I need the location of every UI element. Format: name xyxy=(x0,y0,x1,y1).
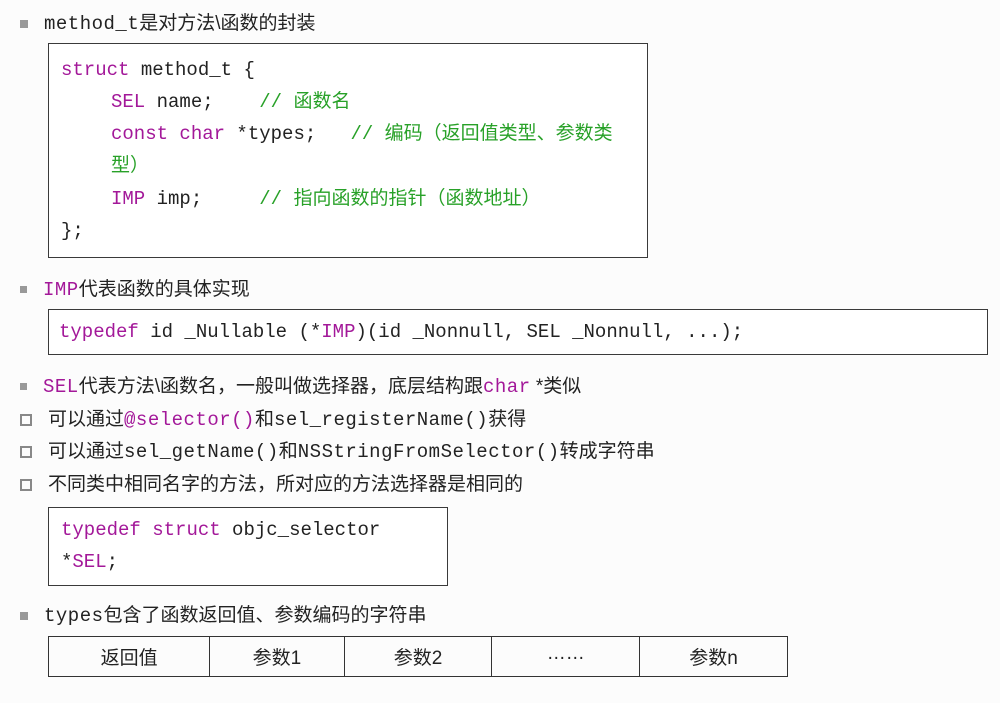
bullet-heading: method_t是对方法\函数的封装 xyxy=(20,10,980,39)
types-table: 返回值 参数1 参数2 …… 参数n xyxy=(48,636,788,677)
square-bullet-icon xyxy=(20,612,28,620)
bullet-heading: types包含了函数返回值、参数编码的字符串 xyxy=(20,602,980,631)
heading-text: IMP代表函数的具体实现 xyxy=(43,276,250,305)
code-block-method-t: struct method_t { SEL name; // 函数名 const… xyxy=(48,43,648,259)
heading-text: types包含了函数返回值、参数编码的字符串 xyxy=(44,602,427,631)
table-cell: 参数2 xyxy=(345,637,493,676)
section-imp: IMP代表函数的具体实现 typedef id _Nullable (*IMP)… xyxy=(20,276,980,355)
heading-code: IMP xyxy=(43,279,79,301)
code-block-sel: typedef struct objc_selector *SEL; xyxy=(48,507,448,586)
bullet-heading: IMP代表函数的具体实现 xyxy=(20,276,980,305)
heading-code: method_t xyxy=(44,13,139,35)
square-bullet-icon xyxy=(20,383,27,390)
table-cell: 参数1 xyxy=(210,637,344,676)
section-types: types包含了函数返回值、参数编码的字符串 返回值 参数1 参数2 …… 参数… xyxy=(20,602,980,678)
square-bullet-icon xyxy=(20,286,27,293)
hollow-square-icon xyxy=(20,414,32,426)
table-cell: 参数n xyxy=(640,637,787,676)
sub-bullet-3: 不同类中相同名字的方法，所对应的方法选择器是相同的 xyxy=(20,471,980,500)
bullet-heading: SEL代表方法\函数名，一般叫做选择器，底层结构跟char *类似 xyxy=(20,373,980,402)
code-block-imp: typedef id _Nullable (*IMP)(id _Nonnull,… xyxy=(48,309,988,355)
section-sel: SEL代表方法\函数名，一般叫做选择器，底层结构跟char *类似 可以通过@s… xyxy=(20,373,980,586)
heading-text: method_t是对方法\函数的封装 xyxy=(44,10,316,39)
square-bullet-icon xyxy=(20,20,28,28)
sub-bullet-2: 可以通过sel_getName()和NSStringFromSelector()… xyxy=(20,438,980,467)
heading-text: SEL代表方法\函数名，一般叫做选择器，底层结构跟char *类似 xyxy=(43,373,581,402)
section-method-t: method_t是对方法\函数的封装 struct method_t { SEL… xyxy=(20,10,980,258)
sub-bullet-1: 可以通过@selector()和sel_registerName()获得 xyxy=(20,406,980,435)
hollow-square-icon xyxy=(20,446,32,458)
table-cell: 返回值 xyxy=(49,637,210,676)
table-cell: …… xyxy=(492,637,640,676)
hollow-square-icon xyxy=(20,479,32,491)
